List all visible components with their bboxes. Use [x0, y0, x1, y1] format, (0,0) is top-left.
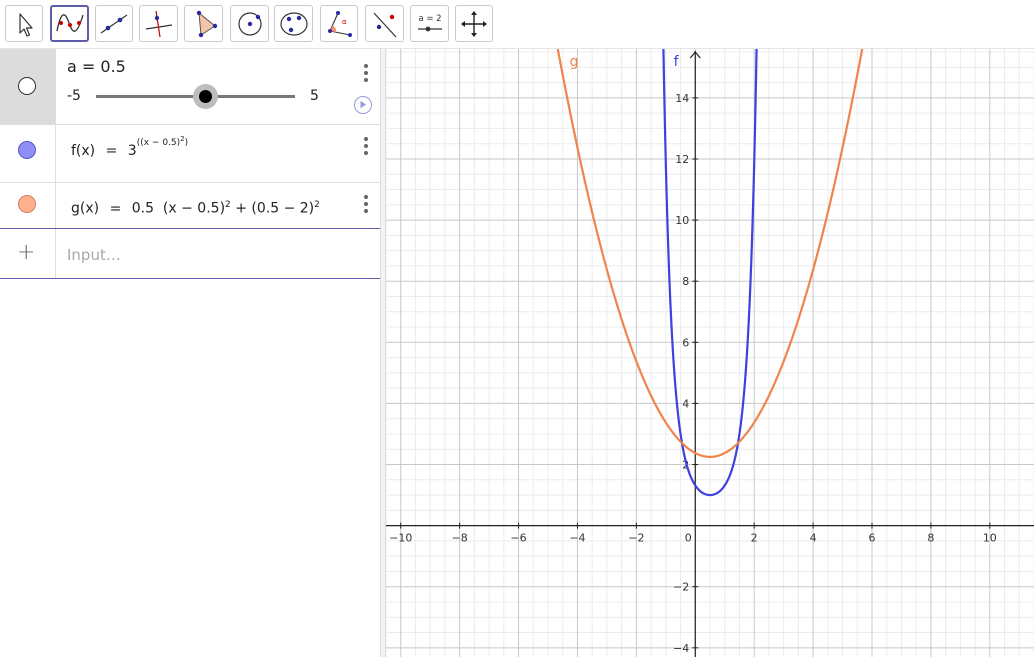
reflect-tool-button[interactable] — [365, 5, 404, 42]
g-plus: + — [235, 200, 247, 217]
function-g-row[interactable]: g(x) = 0.5 (x − 0.5)2 + (0.5 − 2)2 — [0, 183, 380, 229]
x-tick-label: 10 — [983, 532, 997, 545]
marble-icon — [18, 195, 36, 213]
x-tick-label: −8 — [452, 532, 468, 545]
x-tick-label: −6 — [510, 532, 526, 545]
g-definition: g(x) = 0.5 (x − 0.5)2 + (0.5 − 2)2 — [71, 200, 320, 217]
svg-text:α: α — [342, 18, 347, 26]
x-tick-label: −2 — [628, 532, 644, 545]
move-tool-button[interactable] — [5, 5, 43, 42]
y-tick-label: 10 — [675, 214, 689, 227]
move-tool-icon — [19, 12, 33, 37]
angle-tool-icon: α — [328, 10, 352, 37]
f-definition: f(x) = 3((x − 0.5)2) — [71, 135, 188, 159]
graphics-view[interactable]: −10 −8 −6 −4 −2 0 2 4 6 8 10−4−22468101214 fg — [386, 49, 1034, 657]
circle-tool-button[interactable] — [230, 5, 269, 42]
tick-labels: −10 −8 −6 −4 −2 0 2 4 6 8 10−4−22468101214 — [389, 92, 997, 655]
grid-minor — [386, 49, 1034, 657]
visibility-toggle-a[interactable] — [0, 49, 56, 124]
more-options-icon[interactable] — [364, 195, 368, 216]
x-tick-label: 4 — [810, 532, 817, 545]
visibility-toggle-g[interactable] — [0, 183, 56, 228]
g-lhs: g(x) — [71, 200, 100, 217]
y-tick-label: 6 — [682, 336, 689, 349]
conic-tool-button[interactable] — [274, 5, 313, 42]
input-row[interactable]: + Input… — [0, 229, 380, 279]
conic-tool-icon — [279, 11, 308, 36]
reflect-tool-icon — [373, 12, 396, 37]
play-icon — [360, 100, 366, 109]
f-base: 3 — [127, 143, 137, 159]
x-tick-label: 0 — [685, 532, 692, 545]
g-term1: (x − 0.5) — [162, 200, 226, 217]
g-equals: = — [109, 200, 122, 217]
x-tick-label: −4 — [569, 532, 585, 545]
function-points-tool-button[interactable] — [50, 5, 89, 42]
play-button[interactable] — [354, 96, 372, 114]
y-tick-label: 8 — [682, 275, 689, 288]
slider-tool-button[interactable]: a = 2 — [410, 5, 449, 42]
add-item-button[interactable]: + — [0, 229, 56, 278]
slider-tool-label: a = 2 — [418, 14, 441, 24]
f-exponent: ((x − 0.5)2) — [136, 135, 189, 148]
polygon-tool-icon — [196, 10, 217, 37]
y-tick-label: 14 — [675, 92, 689, 105]
perpendicular-line-tool-button[interactable] — [139, 5, 178, 42]
line-tool-button[interactable] — [95, 5, 133, 42]
f-equals: = — [105, 143, 118, 159]
visibility-toggle-f[interactable] — [0, 125, 56, 182]
x-tick-label: −10 — [389, 532, 412, 545]
f-exponent-text: ((x − 0.5) — [136, 138, 181, 148]
g-term2: (0.5 − 2) — [251, 200, 315, 217]
f-exponent-close: ) — [184, 138, 189, 148]
marble-icon — [18, 77, 36, 95]
function-points-tool-icon — [55, 13, 84, 32]
f-exponent-sup: 2 — [180, 135, 185, 143]
y-tick-label: 4 — [682, 397, 689, 410]
move-graphics-view-icon — [461, 10, 487, 37]
slider-max-label: 5 — [310, 88, 319, 104]
curve-label-g: g — [570, 54, 579, 70]
slider-min-label: -5 — [67, 88, 81, 104]
g-term2-sup: 2 — [314, 200, 320, 210]
slider-label: a = 0.5 — [67, 57, 126, 76]
x-tick-label: 2 — [751, 532, 758, 545]
angle-tool-button[interactable]: α — [320, 5, 358, 42]
g-term1-sup: 2 — [225, 200, 231, 210]
marble-icon — [18, 141, 36, 159]
move-graphics-view-button[interactable] — [455, 5, 493, 42]
y-tick-label: −4 — [673, 642, 689, 655]
more-options-icon[interactable] — [364, 137, 368, 158]
f-lhs: f(x) — [71, 143, 96, 159]
slider-row[interactable]: a = 0.5 -5 5 — [0, 49, 380, 125]
y-tick-label: 12 — [675, 153, 689, 166]
y-tick-label: −2 — [673, 581, 689, 594]
slider-thumb[interactable] — [192, 84, 218, 109]
perpendicular-line-tool-icon — [145, 10, 172, 37]
g-coefficient: 0.5 — [131, 200, 155, 217]
polygon-tool-button[interactable] — [184, 5, 223, 42]
toolbar: α a = 2 — [0, 0, 1034, 49]
function-f-row[interactable]: f(x) = 3((x − 0.5)2) — [0, 125, 380, 183]
circle-tool-icon — [237, 11, 262, 36]
algebra-view: a = 0.5 -5 5 f(x) = 3((x − 0.5)2) g(x) = — [0, 49, 380, 657]
plus-icon: + — [17, 240, 36, 265]
x-tick-label: 6 — [869, 532, 876, 545]
input-field[interactable]: Input… — [67, 246, 121, 264]
slider-tool-icon: a = 2 — [417, 14, 442, 31]
more-options-icon[interactable] — [364, 64, 368, 85]
line-tool-icon — [100, 14, 128, 33]
x-tick-label: 8 — [927, 532, 934, 545]
